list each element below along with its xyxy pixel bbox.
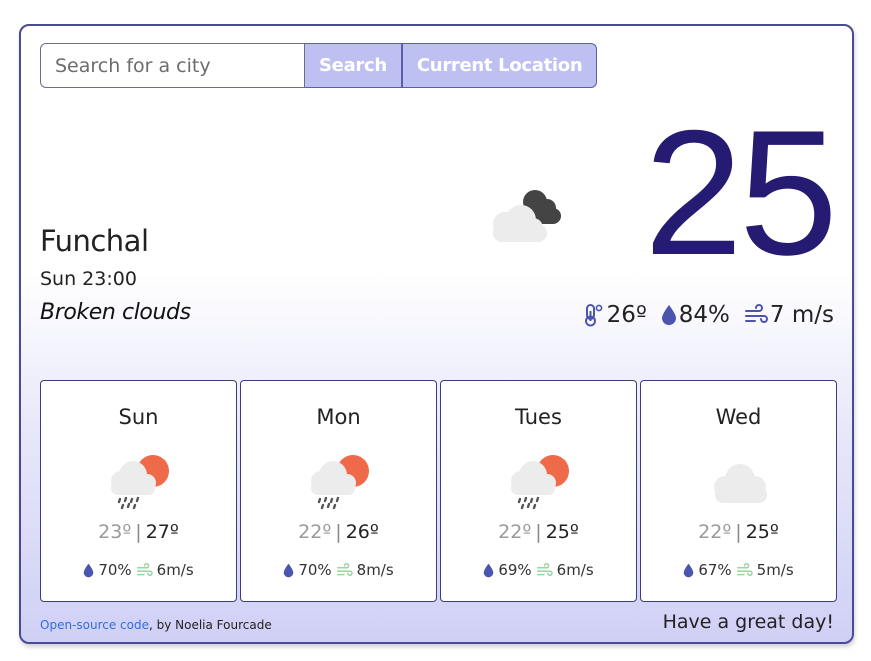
forecast-list: Sun 23º | 27º 70% 6m/s Mon 22º | 26º 70%…: [40, 380, 837, 602]
current-stats: 26º 84% 7 m/s: [583, 302, 834, 328]
city-name: Funchal: [40, 224, 149, 258]
forecast-max-temp: 26º: [345, 521, 379, 543]
drop-icon: [84, 563, 94, 577]
humidity-stat: 84%: [661, 302, 730, 328]
wind-icon: [744, 304, 768, 323]
current-datetime: Sun 23:00: [40, 268, 137, 290]
current-temperature: 25: [644, 93, 838, 292]
forecast-day: Mon 22º | 26º 70% 8m/s: [240, 380, 437, 602]
forecast-temps: 22º | 26º: [298, 521, 379, 543]
footer-message: Have a great day!: [662, 611, 834, 633]
drop-icon: [684, 563, 694, 577]
feels-like-stat: 26º: [583, 302, 647, 328]
current-location-button[interactable]: Current Location: [401, 43, 598, 88]
thermometer-icon: [584, 304, 603, 327]
drop-icon: [484, 563, 494, 577]
forecast-wind: 6m/s: [156, 561, 194, 579]
forecast-wind: 8m/s: [356, 561, 394, 579]
forecast-day-name: Mon: [316, 405, 361, 429]
forecast-max-temp: 25º: [545, 521, 579, 543]
wind-value: 7 m/s: [769, 302, 834, 328]
forecast-wind: 5m/s: [756, 561, 794, 579]
forecast-humidity: 70%: [98, 561, 132, 579]
forecast-day-name: Sun: [118, 405, 159, 429]
rain-sun-icon: [511, 455, 569, 510]
rain-sun-icon: [311, 455, 369, 510]
humidity-value: 84%: [678, 302, 730, 328]
forecast-temps: 22º | 25º: [698, 521, 779, 543]
forecast-day-name: Wed: [715, 405, 762, 429]
forecast-humidity: 69%: [498, 561, 532, 579]
wind-icon: [136, 562, 153, 576]
forecast-stats: 70% 6m/s: [41, 561, 236, 579]
wind-icon: [736, 562, 753, 576]
footer-author: , by Noelia Fourcade: [148, 618, 272, 632]
forecast-day: Tues 22º | 25º 69% 6m/s: [440, 380, 637, 602]
rain-sun-icon: [111, 455, 169, 510]
forecast-wind: 6m/s: [556, 561, 594, 579]
forecast-temps: 23º | 27º: [98, 521, 179, 543]
forecast-day: Wed 22º | 25º 67% 5m/s: [640, 380, 837, 602]
drop-icon: [284, 563, 294, 577]
forecast-min-temp: 22º: [298, 521, 332, 543]
wind-icon: [536, 562, 553, 576]
forecast-humidity: 67%: [698, 561, 732, 579]
search-input[interactable]: [40, 43, 305, 88]
forecast-min-temp: 22º: [698, 521, 732, 543]
search-form: Search Current Location: [40, 43, 598, 88]
forecast-stats: 67% 5m/s: [641, 561, 836, 579]
search-button[interactable]: Search: [305, 43, 402, 88]
forecast-max-temp: 25º: [745, 521, 779, 543]
forecast-humidity: 70%: [298, 561, 332, 579]
forecast-day-name: Tues: [515, 405, 562, 429]
forecast-max-temp: 27º: [145, 521, 179, 543]
forecast-temps: 22º | 25º: [498, 521, 579, 543]
drop-icon: [661, 305, 676, 325]
forecast-stats: 69% 6m/s: [441, 561, 636, 579]
forecast-min-temp: 22º: [498, 521, 532, 543]
forecast-min-temp: 23º: [98, 521, 132, 543]
cloud-icon: [714, 464, 767, 503]
forecast-stats: 70% 8m/s: [241, 561, 436, 579]
broken-clouds-icon: [493, 190, 561, 242]
weather-card: Search Current Location Funchal Sun 23:0…: [19, 24, 854, 644]
wind-icon: [336, 562, 353, 576]
weather-description: Broken clouds: [40, 300, 191, 325]
open-source-link[interactable]: Open-source code: [40, 618, 149, 632]
footer-credit: Open-source code, by Noelia Fourcade: [40, 618, 272, 632]
wind-stat: 7 m/s: [744, 302, 834, 328]
feels-like-value: 26º: [606, 302, 647, 328]
forecast-day: Sun 23º | 27º 70% 6m/s: [40, 380, 237, 602]
